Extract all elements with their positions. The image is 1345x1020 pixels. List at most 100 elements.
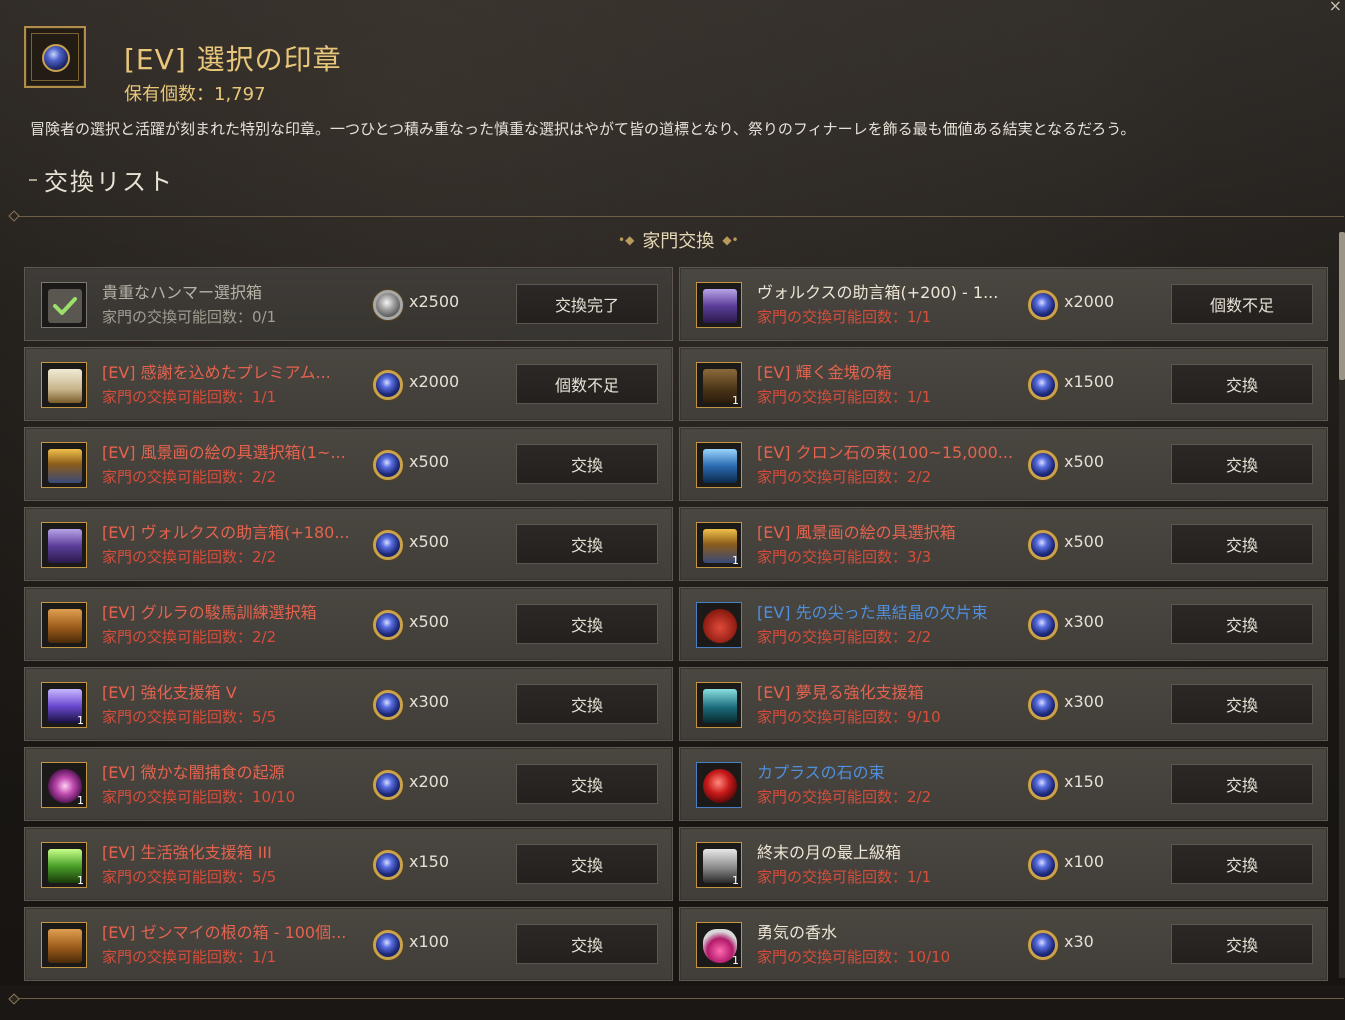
wooden-chest-icon	[48, 929, 82, 963]
exchange-button[interactable]: 交換	[1171, 764, 1313, 804]
item-quantity: 1	[77, 794, 84, 807]
exchange-button[interactable]: 交換	[1171, 844, 1313, 884]
item-icon-frame[interactable]	[696, 682, 742, 728]
item-icon-frame[interactable]: 1	[696, 842, 742, 888]
purple-chest-icon	[48, 529, 82, 563]
exchange-row[interactable]: [EV] クロン石の束(100~15,000... 家門の交換可能回数：2/2 x5…	[679, 427, 1328, 501]
exchange-limit: 家門の交換可能回数：2/2	[757, 788, 932, 806]
item-icon-frame[interactable]	[41, 922, 87, 968]
sub-header-title: 家門交換	[642, 231, 715, 252]
item-name: [EV] クロン石の束(100~15,000...	[757, 443, 1014, 462]
purple-chest-icon	[703, 289, 737, 323]
item-name: 勇気の香水	[757, 923, 838, 942]
exchange-row[interactable]: 貴重なハンマー選択箱 家門の交換可能回数：0/1 x2500 交換完了	[24, 267, 673, 341]
item-name: [EV] 風景画の絵の具選択箱(1~...	[102, 443, 346, 462]
exchange-row[interactable]: [EV] 先の尖った黒結晶の欠片束 家門の交換可能回数：2/2 x300 交換	[679, 587, 1328, 661]
exchange-row[interactable]: [EV] ゼンマイの根の箱 - 100個... 家門の交換可能回数：1/1 x100…	[24, 907, 673, 981]
exchange-row[interactable]: ヴォルクスの助言箱(+200) - 1... 家門の交換可能回数：1/1 x2000…	[679, 267, 1328, 341]
exchange-button[interactable]: 交換	[1171, 604, 1313, 644]
exchange-row[interactable]: 1 [EV] 生活強化支援箱 III 家門の交換可能回数：5/5 x150 交換	[24, 827, 673, 901]
exchange-button[interactable]: 個数不足	[1171, 284, 1313, 324]
exchange-row[interactable]: 1 [EV] 微かな闇捕食の起源 家門の交換可能回数：10/10 x200 交換	[24, 747, 673, 821]
item-icon-frame[interactable]	[41, 282, 87, 328]
item-cost: x300	[409, 692, 450, 711]
exchange-button[interactable]: 交換	[516, 844, 658, 884]
ornament-right-icon: ◆•	[722, 233, 739, 247]
exchange-row[interactable]: [EV] 感謝を込めたプレミアム... 家門の交換可能回数：1/1 x2000 個数不…	[24, 347, 673, 421]
section-dash	[29, 179, 37, 181]
item-icon-frame[interactable]	[696, 762, 742, 808]
exchange-limit: 家門の交換可能回数：2/2	[757, 468, 932, 486]
exchange-button[interactable]: 交換	[516, 924, 658, 964]
exchange-button[interactable]: 交換	[1171, 444, 1313, 484]
red-pouch-icon	[703, 609, 737, 643]
seal-currency-icon	[1028, 370, 1058, 400]
close-icon[interactable]: ×	[1329, 0, 1342, 15]
item-icon-frame[interactable]	[696, 442, 742, 488]
item-cost: x500	[1064, 452, 1105, 471]
scrollbar-thumb[interactable]	[1339, 232, 1345, 380]
item-icon-frame[interactable]: 1	[696, 362, 742, 408]
item-icon-frame[interactable]	[41, 522, 87, 568]
seal-currency-icon	[373, 370, 403, 400]
exchange-row[interactable]: 1 [EV] 輝く金塊の箱 家門の交換可能回数：1/1 x1500 交換	[679, 347, 1328, 421]
exchange-button[interactable]: 交換完了	[516, 284, 658, 324]
exchange-button[interactable]: 交換	[516, 604, 658, 644]
item-icon-frame[interactable]: 1	[696, 522, 742, 568]
seal-currency-icon	[373, 770, 403, 800]
exchange-row[interactable]: 1 終末の月の最上級箱 家門の交換可能回数：1/1 x100 交換	[679, 827, 1328, 901]
owned-count: 保有個数：1,797	[124, 84, 266, 105]
item-icon-frame[interactable]: 1	[696, 922, 742, 968]
sub-header: •◆ 家門交換 ◆•	[618, 228, 739, 252]
exchange-row[interactable]: カプラスの石の束 家門の交換可能回数：2/2 x150 交換	[679, 747, 1328, 821]
seal-currency-icon	[373, 610, 403, 640]
item-cost: x300	[1064, 612, 1105, 631]
item-name: [EV] 感謝を込めたプレミアム...	[102, 363, 331, 382]
exchange-row[interactable]: [EV] ヴォルクスの助言箱(+180... 家門の交換可能回数：2/2 x500 交…	[24, 507, 673, 581]
exchange-button[interactable]: 交換	[516, 524, 658, 564]
exchange-limit: 家門の交換可能回数：1/1	[757, 308, 932, 326]
item-icon-frame[interactable]	[41, 362, 87, 408]
exchange-row[interactable]: [EV] グルラの駿馬訓練選択箱 家門の交換可能回数：2/2 x500 交換	[24, 587, 673, 661]
item-quantity: 1	[732, 874, 739, 887]
seal-currency-icon	[373, 290, 403, 320]
item-cost: x200	[409, 772, 450, 791]
exchange-button[interactable]: 交換	[516, 444, 658, 484]
exchange-button[interactable]: 交換	[516, 764, 658, 804]
seal-currency-icon	[1028, 770, 1058, 800]
item-name: ヴォルクスの助言箱(+200) - 1...	[757, 283, 999, 302]
exchange-limit: 家門の交換可能回数：9/10	[757, 708, 941, 726]
seal-currency-icon	[373, 690, 403, 720]
exchange-limit: 家門の交換可能回数：3/3	[757, 548, 932, 566]
exchange-row[interactable]: 1 勇気の香水 家門の交換可能回数：10/10 x30 交換	[679, 907, 1328, 981]
item-name: [EV] 輝く金塊の箱	[757, 363, 892, 382]
item-icon-frame[interactable]: 1	[41, 842, 87, 888]
item-cost: x1500	[1064, 372, 1115, 391]
exchange-row[interactable]: [EV] 風景画の絵の具選択箱(1~... 家門の交換可能回数：2/2 x500 交換	[24, 427, 673, 501]
exchange-button[interactable]: 交換	[1171, 524, 1313, 564]
exchange-row[interactable]: [EV] 夢見る強化支援箱 家門の交換可能回数：9/10 x300 交換	[679, 667, 1328, 741]
seal-currency-icon	[1028, 850, 1058, 880]
item-name: [EV] 風景画の絵の具選択箱	[757, 523, 956, 542]
item-icon-frame[interactable]	[41, 442, 87, 488]
item-icon-frame[interactable]	[41, 602, 87, 648]
exchange-button[interactable]: 交換	[1171, 364, 1313, 404]
exchange-limit: 家門の交換可能回数：2/2	[757, 628, 932, 646]
item-icon-frame[interactable]	[696, 602, 742, 648]
item-icon-frame[interactable]: 1	[41, 762, 87, 808]
item-icon-frame[interactable]: 1	[41, 682, 87, 728]
exchange-button[interactable]: 個数不足	[516, 364, 658, 404]
exchange-row[interactable]: 1 [EV] 強化支援箱 V 家門の交換可能回数：5/5 x300 交換	[24, 667, 673, 741]
exchange-limit: 家門の交換可能回数：10/10	[102, 788, 296, 806]
exchange-button[interactable]: 交換	[516, 684, 658, 724]
item-cost: x500	[409, 532, 450, 551]
item-icon-frame[interactable]	[696, 282, 742, 328]
exchange-row[interactable]: 1 [EV] 風景画の絵の具選択箱 家門の交換可能回数：3/3 x500 交換	[679, 507, 1328, 581]
seal-currency-icon	[373, 930, 403, 960]
premium-box-icon	[48, 369, 82, 403]
item-name: カプラスの石の束	[757, 763, 885, 782]
item-quantity: 1	[77, 874, 84, 887]
exchange-limit: 家門の交換可能回数：5/5	[102, 868, 277, 886]
exchange-button[interactable]: 交換	[1171, 924, 1313, 964]
exchange-button[interactable]: 交換	[1171, 684, 1313, 724]
